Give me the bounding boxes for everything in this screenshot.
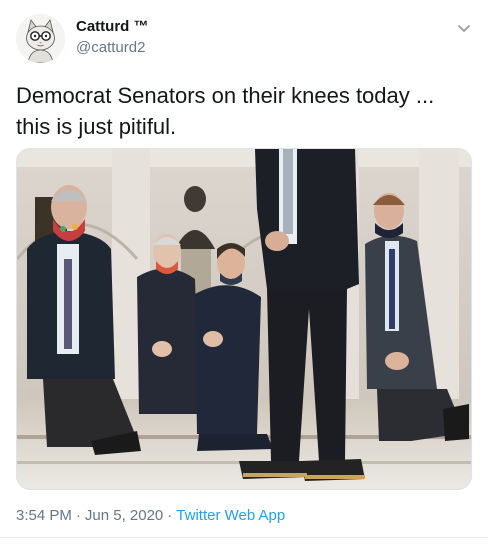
cat-avatar-icon xyxy=(16,14,65,63)
author-display-name[interactable]: Catturd ™ xyxy=(76,18,149,35)
tweet-time[interactable]: 3:54 PM xyxy=(16,507,72,524)
meta-separator: · xyxy=(75,507,81,524)
meta-separator: · xyxy=(167,507,173,524)
tweet-date[interactable]: Jun 5, 2020 xyxy=(85,507,163,524)
author-avatar[interactable] xyxy=(16,14,65,63)
tweet-source-link[interactable]: Twitter Web App xyxy=(176,507,285,524)
tweet-card: Catturd ™ @catturd2 Democrat Senators on… xyxy=(0,0,488,552)
senators-kneeling-photo xyxy=(17,149,471,489)
divider xyxy=(0,537,488,538)
author-handle[interactable]: @catturd2 xyxy=(76,39,145,56)
chevron-down-icon xyxy=(458,25,470,32)
tweet-text: Democrat Senators on their knees today .… xyxy=(16,83,435,139)
tweet-menu-caret[interactable] xyxy=(456,20,472,36)
tweet-photo[interactable] xyxy=(16,148,472,490)
tweet-metadata: 3:54 PM · Jun 5, 2020 · Twitter Web App xyxy=(16,507,285,524)
